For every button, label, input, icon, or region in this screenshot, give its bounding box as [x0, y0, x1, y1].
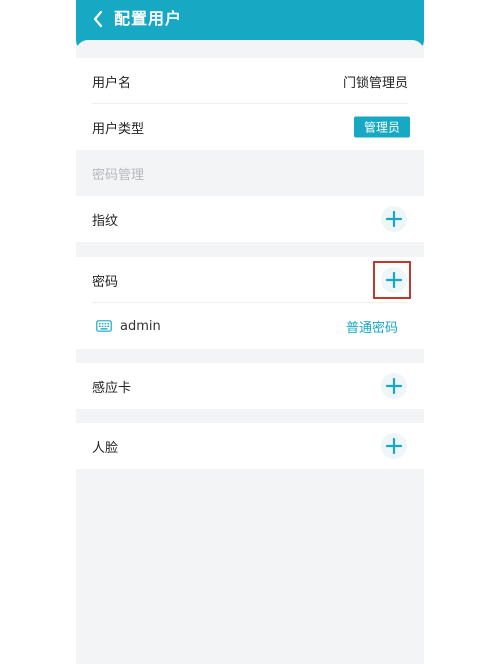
fingerprint-label: 指纹: [92, 213, 119, 229]
add-fingerprint-button[interactable]: [378, 203, 410, 235]
card-row: 感应卡: [76, 363, 424, 409]
content-panel: 用户名 门锁管理员 用户类型 管理员 密码管理 指纹 密码 admin 普通密码…: [76, 40, 424, 664]
phone-screen: 配置用户 用户名 门锁管理员 用户类型 管理员 密码管理 指纹 密码 admin…: [76, 0, 424, 664]
password-label: 密码: [92, 274, 119, 290]
plus-icon: [386, 438, 402, 454]
chevron-left-icon: [93, 10, 103, 28]
section-title: 密码管理: [92, 167, 145, 183]
username-label: 用户名: [92, 75, 132, 91]
username-row: 用户名 门锁管理员: [76, 58, 424, 104]
plus-icon: [386, 272, 402, 288]
keyboard-icon: [96, 320, 112, 332]
password-entry-type[interactable]: 普通密码: [346, 303, 398, 349]
face-label: 人脸: [92, 440, 119, 456]
user-type-row: 用户类型 管理员: [76, 104, 424, 150]
password-management-section: 密码管理: [76, 150, 424, 196]
password-row: 密码: [76, 257, 424, 303]
password-entry-row[interactable]: admin 普通密码: [76, 303, 424, 349]
plus-icon: [386, 211, 402, 227]
user-type-badge: 管理员: [353, 116, 410, 138]
password-entry-name: admin: [120, 318, 161, 334]
page-title: 配置用户: [114, 9, 183, 28]
card-label: 感应卡: [92, 380, 132, 396]
fingerprint-row: 指纹: [76, 196, 424, 242]
add-password-button[interactable]: [378, 264, 410, 296]
back-button[interactable]: [88, 8, 108, 30]
username-value: 门锁管理员: [342, 75, 408, 91]
user-type-label: 用户类型: [92, 121, 145, 137]
add-card-button[interactable]: [378, 370, 410, 402]
face-row: 人脸: [76, 423, 424, 469]
plus-icon: [386, 378, 402, 394]
add-face-button[interactable]: [378, 430, 410, 462]
